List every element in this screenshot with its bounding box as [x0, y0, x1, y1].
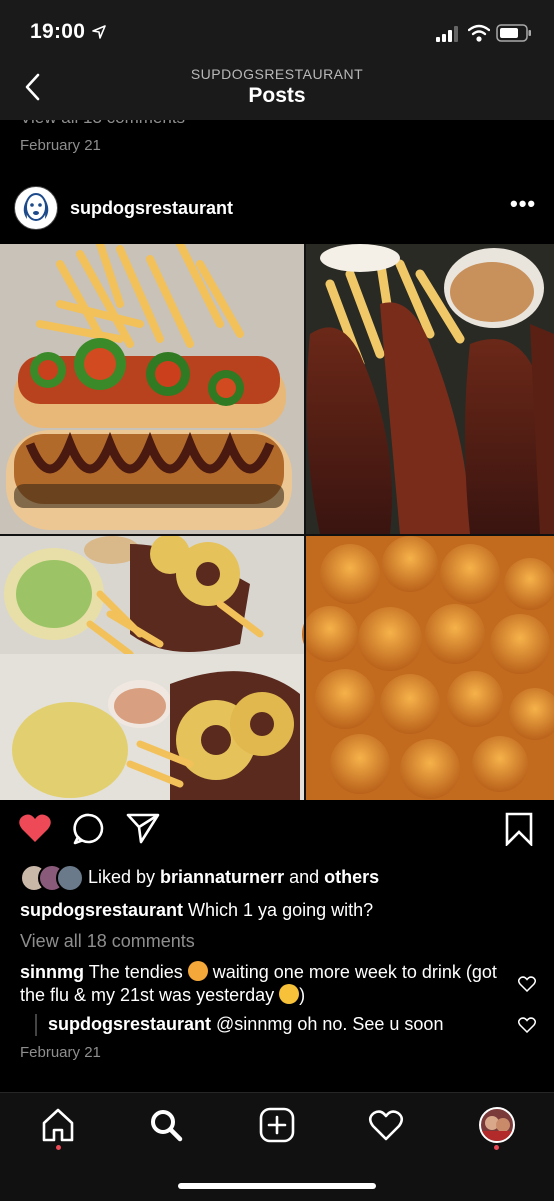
crying-face-emoji-icon [279, 984, 300, 1004]
post-date: February 21 [20, 1044, 101, 1061]
like-heart-icon[interactable] [18, 812, 52, 844]
caption-text: Which 1 ya going with? [183, 900, 374, 920]
bookmark-icon[interactable] [504, 812, 534, 846]
comment-text: The tendies [84, 962, 188, 982]
wifi-icon [468, 24, 490, 42]
comment-like-heart-icon[interactable] [518, 976, 536, 992]
reply-like-heart-icon[interactable] [518, 1017, 536, 1033]
liker-username[interactable]: briannaturnerr [160, 867, 284, 887]
status-bar: 19:00 [0, 0, 554, 60]
share-icon[interactable] [126, 812, 160, 844]
liker-avatar [56, 864, 84, 892]
post-caption: supdogsrestaurant Which 1 ya going with? [20, 900, 540, 921]
reply-thread-line [35, 1014, 37, 1036]
new-post-icon[interactable] [259, 1107, 295, 1143]
home-notification-dot [56, 1145, 61, 1150]
nav-bar: SUPDOGSRESTAURANT Posts [0, 60, 554, 120]
likes-middle: and [284, 867, 325, 887]
profile-notification-dot [494, 1145, 499, 1150]
profile-avatar-icon[interactable] [479, 1107, 515, 1143]
comment-reply: supdogsrestaurant @sinnmg oh no. See u s… [48, 1014, 443, 1035]
post-username[interactable]: supdogsrestaurant [70, 198, 233, 219]
previous-post-date: February 21 [20, 137, 101, 154]
activity-heart-icon[interactable] [368, 1107, 404, 1143]
view-all-comments-link[interactable]: View all 18 comments [20, 931, 195, 952]
likes-others-link[interactable]: others [324, 867, 379, 887]
comment: sinnmg The tendies waiting one more week… [20, 961, 500, 1007]
caption-username[interactable]: supdogsrestaurant [20, 900, 183, 920]
pineapple-steak-panel [0, 534, 304, 800]
post-avatar[interactable] [14, 186, 58, 230]
likes-prefix: Liked by [88, 867, 161, 887]
likes-summary[interactable]: Liked by briannaturnerr and others [88, 867, 379, 888]
chicken-tenders-panel [306, 244, 554, 534]
nav-title: Posts [248, 84, 306, 107]
location-arrow-icon [92, 25, 106, 39]
signal-icon [436, 26, 458, 42]
post-image[interactable] [0, 244, 554, 800]
comment-username[interactable]: sinnmg [20, 962, 84, 982]
dog-logo-icon [23, 193, 49, 221]
home-icon[interactable] [40, 1107, 76, 1143]
home-indicator [178, 1183, 376, 1189]
heart-eyes-cat-emoji-icon [187, 961, 208, 981]
comment-username[interactable]: supdogsrestaurant [48, 1014, 211, 1034]
battery-icon [496, 24, 531, 42]
nav-account-name: SUPDOGSRESTAURANT [190, 66, 364, 82]
cheese-bites-panel [302, 536, 554, 800]
comment-icon[interactable] [72, 812, 106, 846]
comment-text: ) [299, 985, 306, 1005]
hot-dogs-panel [0, 244, 304, 534]
comment-text: @sinnmg oh no. See u soon [211, 1014, 444, 1034]
more-options-icon[interactable]: ••• [510, 193, 536, 220]
status-time: 19:00 [30, 20, 86, 43]
search-icon[interactable] [148, 1107, 184, 1143]
